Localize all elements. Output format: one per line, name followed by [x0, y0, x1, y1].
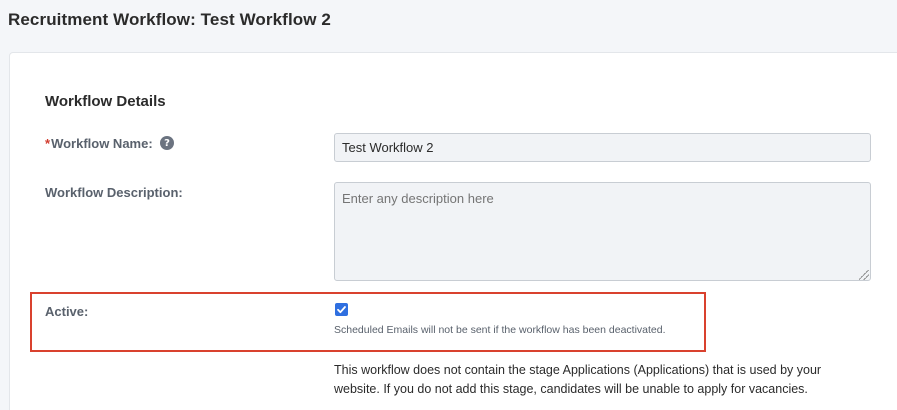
active-hint: Scheduled Emails will not be sent if the…	[334, 324, 666, 336]
active-highlight-box	[30, 292, 706, 352]
resize-grip-icon[interactable]	[859, 270, 869, 280]
required-marker: *	[45, 136, 51, 151]
missing-stage-notice: This workflow does not contain the stage…	[334, 363, 822, 396]
workflow-name-input[interactable]	[334, 133, 871, 162]
workflow-name-label: *Workflow Name:	[45, 136, 153, 151]
workflow-description-label: Workflow Description:	[45, 185, 183, 200]
page-title: Recruitment Workflow: Test Workflow 2	[8, 10, 331, 29]
section-title: Workflow Details	[45, 93, 166, 110]
checkmark-icon	[337, 306, 346, 314]
workflow-description-textarea[interactable]	[334, 182, 871, 281]
workflow-name-label-text: Workflow Name:	[51, 136, 153, 151]
active-checkbox[interactable]	[335, 303, 348, 316]
question-circle-icon[interactable]: ?	[160, 136, 174, 150]
active-label: Active:	[45, 304, 89, 319]
